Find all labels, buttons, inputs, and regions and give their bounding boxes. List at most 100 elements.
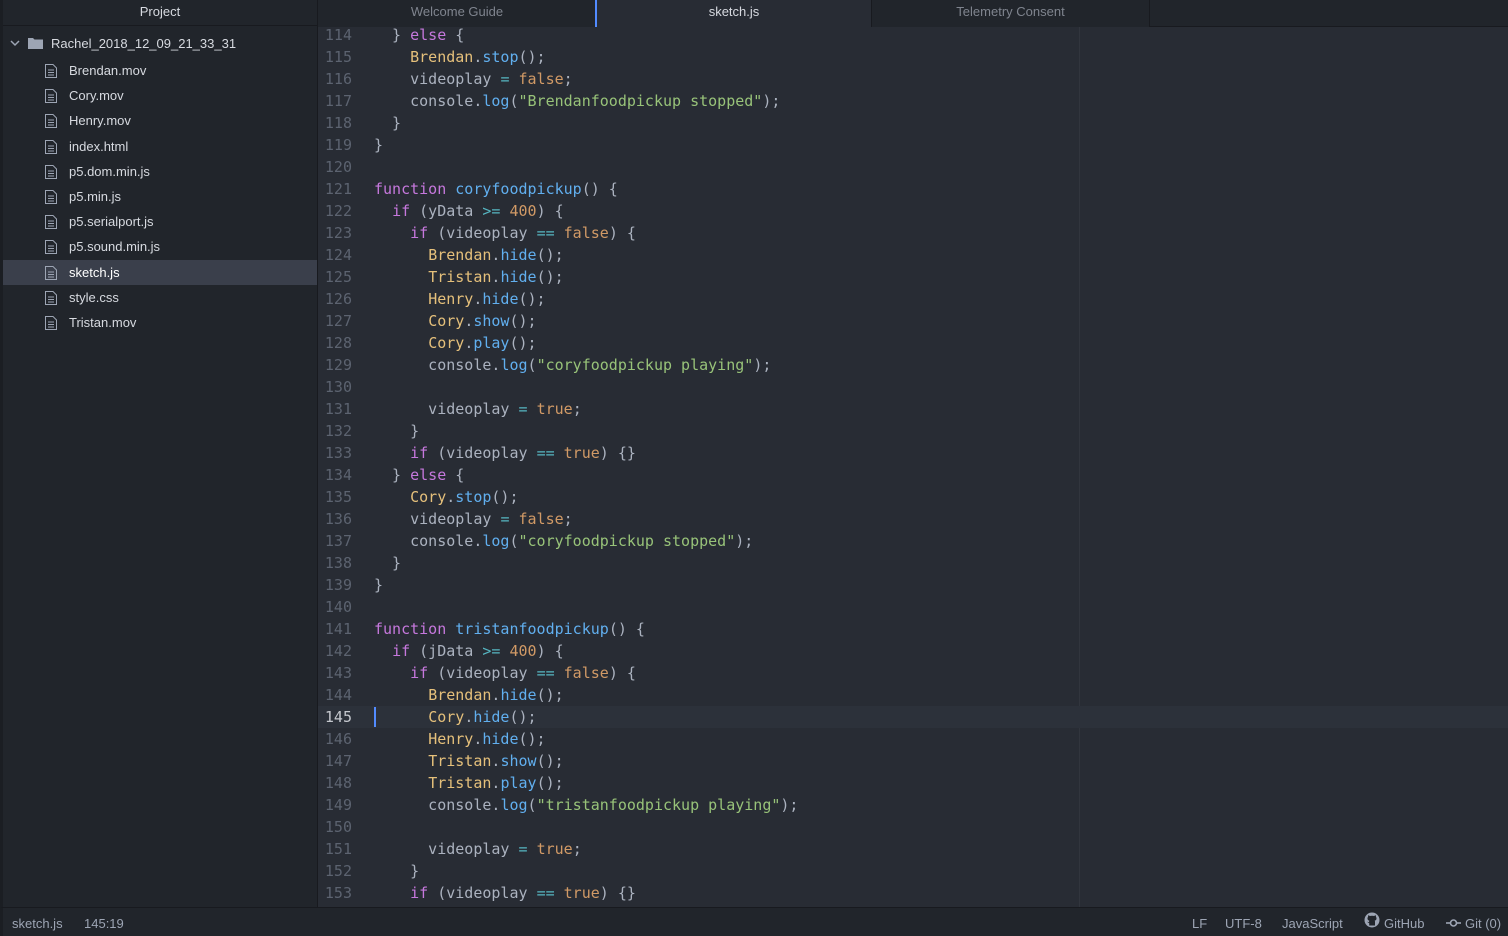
code-line[interactable]: 129 console.log("coryfoodpickup playing"… <box>318 354 1508 376</box>
file-item[interactable]: Brendan.mov <box>3 58 317 83</box>
code-line[interactable]: 150 <box>318 816 1508 838</box>
code-editor[interactable]: 114 } else {115 Brendan.stop(); 116 video… <box>318 27 1508 907</box>
project-root-folder[interactable]: Rachel_2018_12_09_21_33_31 <box>3 30 317 56</box>
line-number: 147 <box>324 752 352 770</box>
code-token: (); <box>491 488 519 506</box>
code-token: Brendan <box>428 246 492 264</box>
code-line[interactable]: 119} <box>318 134 1508 156</box>
file-text-icon <box>45 315 57 330</box>
code-line[interactable]: 152 } <box>318 860 1508 882</box>
code-token: == <box>536 224 555 242</box>
status-cursor-position[interactable]: 145:19 <box>84 908 124 936</box>
status-line-ending[interactable]: LF <box>1192 908 1207 936</box>
code-token: "coryfoodpickup stopped" <box>518 532 736 550</box>
tab-label: Welcome Guide <box>410 4 504 19</box>
code-line[interactable]: 133 if (videoplay == true) {} <box>318 442 1508 464</box>
code-token: == <box>536 664 555 682</box>
code-token: console. <box>374 532 483 550</box>
code-line[interactable]: 143 if (videoplay == false) { <box>318 662 1508 684</box>
status-file-name[interactable]: sketch.js <box>12 908 63 936</box>
code-line[interactable]: 132 } <box>318 420 1508 442</box>
file-text-icon <box>45 265 57 280</box>
line-number: 136 <box>324 510 352 528</box>
code-line[interactable]: 144 Brendan.hide(); <box>318 684 1508 706</box>
code-line[interactable]: 153 if (videoplay == true) {} <box>318 882 1508 904</box>
code-line[interactable]: 125 Tristan.hide(); <box>318 266 1508 288</box>
code-text: function tristanfoodpickup() { <box>374 618 645 640</box>
code-line[interactable]: 141 function tristanfoodpickup() { <box>318 618 1508 640</box>
line-number: 131 <box>324 400 352 418</box>
code-line[interactable]: 147 Tristan.show(); <box>318 750 1508 772</box>
line-number: 129 <box>324 356 352 374</box>
code-token: (videoplay <box>428 444 537 462</box>
code-token: (videoplay <box>428 224 537 242</box>
status-encoding[interactable]: UTF-8 <box>1225 908 1262 936</box>
code-text: Tristan.show(); <box>374 750 563 772</box>
code-line[interactable]: 126 Henry.hide(); <box>318 288 1508 310</box>
status-github-button[interactable]: GitHub <box>1364 908 1424 936</box>
file-item[interactable]: style.css <box>3 285 317 310</box>
code-token: "Brendanfoodpickup stopped" <box>518 92 763 110</box>
file-text-icon <box>45 189 57 204</box>
code-token: ) { <box>536 202 564 220</box>
code-text: if (videoplay == false) { <box>374 662 636 684</box>
code-line[interactable]: 117 console.log("Brendanfoodpickup stopp… <box>318 90 1508 112</box>
code-line[interactable]: 145 Cory.hide(); <box>318 706 1508 728</box>
code-line[interactable]: 122 if (yData >= 400) { <box>318 200 1508 222</box>
file-item[interactable]: index.html <box>3 134 317 159</box>
line-number: 116 <box>324 70 352 88</box>
file-item[interactable]: sketch.js <box>3 260 317 285</box>
code-line[interactable]: 118 } <box>318 112 1508 134</box>
code-text: Cory.play(); <box>374 332 536 354</box>
code-line[interactable]: 148 Tristan.play(); <box>318 772 1508 794</box>
tab-welcome-guide[interactable]: Welcome Guide <box>318 0 597 27</box>
code-token: false <box>563 224 609 242</box>
code-token: ) {} <box>599 884 636 902</box>
tab-sketch-js[interactable]: sketch.js <box>595 0 872 27</box>
code-line[interactable]: 137 console.log("coryfoodpickup stopped"… <box>318 530 1508 552</box>
code-line[interactable]: 123 if (videoplay == false) { <box>318 222 1508 244</box>
file-item[interactable]: Tristan.mov <box>3 310 317 335</box>
code-line[interactable]: 131 videoplay = true; <box>318 398 1508 420</box>
code-token: false <box>518 510 564 528</box>
code-line[interactable]: 114 } else { <box>318 27 1508 46</box>
tab-telemetry-consent[interactable]: Telemetry Consent <box>872 0 1150 27</box>
code-line[interactable]: 121 function coryfoodpickup() { <box>318 178 1508 200</box>
code-token: console. <box>374 92 483 110</box>
code-line[interactable]: 146 Henry.hide(); <box>318 728 1508 750</box>
file-item[interactable]: Henry.mov <box>3 108 317 133</box>
code-token: . <box>464 312 474 330</box>
code-text: videoplay = false; <box>374 508 573 530</box>
status-github-label: GitHub <box>1384 916 1425 931</box>
file-item[interactable]: Cory.mov <box>3 83 317 108</box>
file-item[interactable]: p5.min.js <box>3 184 317 209</box>
code-token: } <box>374 862 420 880</box>
chevron-down-icon[interactable] <box>10 36 20 51</box>
code-line[interactable]: 135 Cory.stop(); <box>318 486 1508 508</box>
code-line[interactable]: 130 <box>318 376 1508 398</box>
code-line[interactable]: 128 Cory.play(); <box>318 332 1508 354</box>
file-text-icon <box>45 239 57 254</box>
code-line[interactable]: 149 console.log("tristanfoodpickup playi… <box>318 794 1508 816</box>
status-git-button[interactable]: Git (0) <box>1446 908 1501 936</box>
file-item[interactable]: p5.serialport.js <box>3 209 317 234</box>
code-line[interactable]: 142 if (jData >= 400) { <box>318 640 1508 662</box>
code-line[interactable]: 115 Brendan.stop(); <box>318 46 1508 68</box>
status-grammar[interactable]: JavaScript <box>1282 908 1343 936</box>
code-line[interactable]: 138 } <box>318 552 1508 574</box>
code-line[interactable]: 139} <box>318 574 1508 596</box>
file-item-label: p5.dom.min.js <box>69 164 150 179</box>
code-line[interactable]: 134 } else { <box>318 464 1508 486</box>
code-line[interactable]: 124 Brendan.hide(); <box>318 244 1508 266</box>
code-line[interactable]: 151 videoplay = true; <box>318 838 1508 860</box>
code-line[interactable]: 127 Cory.show(); <box>318 310 1508 332</box>
code-token: Henry <box>428 730 474 748</box>
code-token: ( <box>527 796 537 814</box>
code-line[interactable]: 116 videoplay = false; <box>318 68 1508 90</box>
code-line[interactable]: 136 videoplay = false; <box>318 508 1508 530</box>
file-item[interactable]: p5.sound.min.js <box>3 234 317 259</box>
code-line[interactable]: 140 <box>318 596 1508 618</box>
file-item[interactable]: p5.dom.min.js <box>3 159 317 184</box>
code-line[interactable]: 120 <box>318 156 1508 178</box>
